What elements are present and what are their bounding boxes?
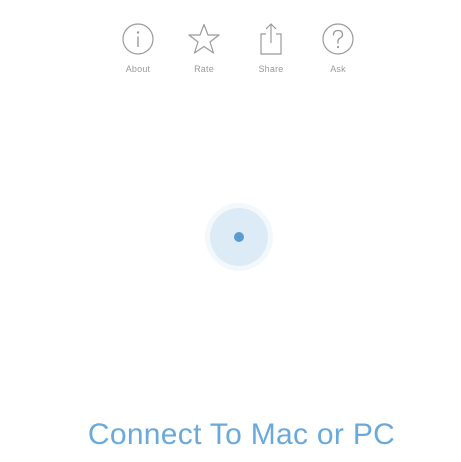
share-label: Share [258, 64, 284, 74]
connect-message: Connect To Mac or PC [87, 418, 396, 451]
share-icon [254, 22, 288, 56]
about-label: About [125, 64, 151, 74]
share-button[interactable]: Share [243, 22, 299, 80]
question-icon [321, 22, 355, 56]
ask-label: Ask [330, 64, 346, 74]
about-button[interactable]: About [110, 22, 166, 80]
info-icon [121, 22, 155, 56]
star-icon [187, 22, 221, 56]
status-dot [234, 232, 244, 242]
connection-status-indicator [205, 203, 273, 271]
rate-label: Rate [194, 64, 214, 74]
top-toolbar: About Rate Share Ask [0, 22, 461, 82]
ask-button[interactable]: Ask [310, 22, 366, 80]
rate-button[interactable]: Rate [176, 22, 232, 80]
